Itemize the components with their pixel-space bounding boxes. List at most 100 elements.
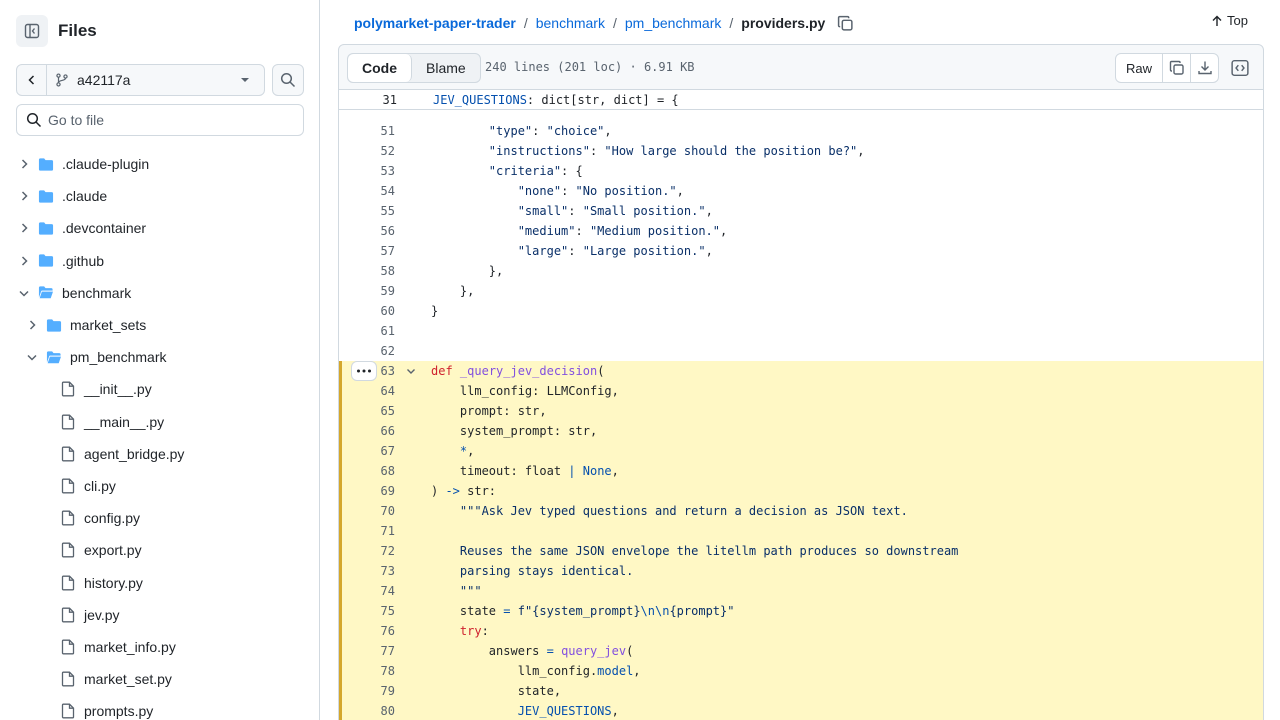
line-number[interactable]: 56: [339, 221, 395, 241]
code-line[interactable]: 60}: [339, 301, 1263, 321]
tree-folder[interactable]: .claude-plugin: [0, 148, 319, 180]
code-line[interactable]: 61: [339, 321, 1263, 341]
tree-folder[interactable]: benchmark: [0, 277, 319, 309]
line-number[interactable]: 60: [339, 301, 395, 321]
tree-file[interactable]: config.py: [0, 502, 319, 534]
code-line[interactable]: 55 "small": "Small position.",: [339, 201, 1263, 221]
line-number[interactable]: 52: [339, 141, 395, 161]
tree-file[interactable]: history.py: [0, 566, 319, 598]
line-number[interactable]: 53: [339, 161, 395, 181]
code-line[interactable]: 63 def _query_jev_decision(: [339, 361, 1263, 381]
copy-path-button[interactable]: [837, 15, 854, 32]
tree-file[interactable]: __init__.py: [0, 373, 319, 405]
code-line[interactable]: 80 JEV_QUESTIONS,: [339, 701, 1263, 720]
code-line[interactable]: 52 "instructions": "How large should the…: [339, 141, 1263, 161]
tab-code[interactable]: Code: [348, 54, 412, 82]
line-number[interactable]: 71: [339, 521, 395, 541]
code-line[interactable]: 56 "medium": "Medium position.",: [339, 221, 1263, 241]
line-number[interactable]: 59: [339, 281, 395, 301]
line-number[interactable]: 67: [339, 441, 395, 461]
code-line[interactable]: 66 system_prompt: str,: [339, 421, 1263, 441]
code-line[interactable]: 70 """Ask Jev typed questions and return…: [339, 501, 1263, 521]
code-line[interactable]: 59 },: [339, 281, 1263, 301]
code-line[interactable]: 77 answers = query_jev(: [339, 641, 1263, 661]
tree-file[interactable]: market_set.py: [0, 663, 319, 695]
back-button[interactable]: [17, 65, 47, 95]
line-number[interactable]: 76: [339, 621, 395, 641]
line-number[interactable]: 70: [339, 501, 395, 521]
line-number[interactable]: 77: [339, 641, 395, 661]
breadcrumb-repo-link[interactable]: polymarket-paper-trader: [354, 15, 516, 31]
code-line[interactable]: 65 prompt: str,: [339, 401, 1263, 421]
line-number[interactable]: 72: [339, 541, 395, 561]
copy-raw-button[interactable]: [1162, 54, 1190, 82]
code-line[interactable]: 75 state = f"{system_prompt}\n\n{prompt}…: [339, 601, 1263, 621]
top-link[interactable]: Top: [1211, 13, 1248, 28]
code-line[interactable]: 68 timeout: float | None,: [339, 461, 1263, 481]
line-number[interactable]: 78: [339, 661, 395, 681]
tab-blame[interactable]: Blame: [412, 54, 480, 82]
tree-folder[interactable]: market_sets: [0, 309, 319, 341]
line-number[interactable]: 73: [339, 561, 395, 581]
breadcrumb-benchmark-link[interactable]: benchmark: [536, 15, 605, 31]
code-line[interactable]: 67 *,: [339, 441, 1263, 461]
search-button[interactable]: [272, 64, 304, 96]
line-number[interactable]: 58: [339, 261, 395, 281]
folder-icon: [38, 190, 54, 203]
go-to-file-input[interactable]: [48, 112, 288, 128]
tree-file[interactable]: prompts.py: [0, 695, 319, 720]
line-number[interactable]: 54: [339, 181, 395, 201]
raw-button[interactable]: Raw: [1116, 54, 1162, 82]
code-line[interactable]: 71: [339, 521, 1263, 541]
code-line[interactable]: 53 "criteria": {: [339, 161, 1263, 181]
code-line[interactable]: 57 "large": "Large position.",: [339, 241, 1263, 261]
tree-folder[interactable]: .devcontainer: [0, 212, 319, 244]
tree-file[interactable]: market_info.py: [0, 631, 319, 663]
branch-selector[interactable]: a42117a: [16, 64, 265, 96]
line-number[interactable]: 66: [339, 421, 395, 441]
code-line[interactable]: 79 state,: [339, 681, 1263, 701]
line-number[interactable]: 55: [339, 201, 395, 221]
line-number[interactable]: 61: [339, 321, 395, 341]
code-line[interactable]: 64 llm_config: LLMConfig,: [339, 381, 1263, 401]
line-number[interactable]: 51: [339, 121, 395, 141]
line-number[interactable]: 69: [339, 481, 395, 501]
tree-folder[interactable]: pm_benchmark: [0, 341, 319, 373]
download-button[interactable]: [1190, 54, 1218, 82]
tree-folder[interactable]: .github: [0, 245, 319, 277]
line-number[interactable]: 74: [339, 581, 395, 601]
line-number[interactable]: 57: [339, 241, 395, 261]
fold-toggle[interactable]: [405, 363, 417, 383]
line-number[interactable]: 68: [339, 461, 395, 481]
tree-file[interactable]: __main__.py: [0, 406, 319, 438]
sticky-scope-header[interactable]: 31 JEV_QUESTIONS: dict[str, dict] = {: [339, 90, 1263, 110]
code-line[interactable]: 51 "type": "choice",: [339, 121, 1263, 141]
code-line[interactable]: 74 """: [339, 581, 1263, 601]
line-number[interactable]: 62: [339, 341, 395, 361]
code-line[interactable]: 54 "none": "No position.",: [339, 181, 1263, 201]
code-line[interactable]: 73 parsing stays identical.: [339, 561, 1263, 581]
sidebar-header: Files: [16, 14, 97, 48]
tree-file[interactable]: jev.py: [0, 599, 319, 631]
tree-file[interactable]: export.py: [0, 534, 319, 566]
tree-file[interactable]: agent_bridge.py: [0, 438, 319, 470]
symbols-panel-button[interactable]: [1227, 55, 1253, 81]
tree-file[interactable]: cli.py: [0, 470, 319, 502]
line-number[interactable]: 75: [339, 601, 395, 621]
code-line[interactable]: 69) -> str:: [339, 481, 1263, 501]
code-line[interactable]: 72 Reuses the same JSON envelope the lit…: [339, 541, 1263, 561]
code-line[interactable]: 76 try:: [339, 621, 1263, 641]
code-line[interactable]: 78 llm_config.model,: [339, 661, 1263, 681]
line-number[interactable]: 65: [339, 401, 395, 421]
go-to-file-field[interactable]: [16, 104, 304, 136]
collapse-sidebar-button[interactable]: [16, 15, 48, 47]
breadcrumb-pm-benchmark-link[interactable]: pm_benchmark: [625, 15, 722, 31]
line-number[interactable]: 80: [339, 701, 395, 720]
line-number[interactable]: 63: [339, 361, 395, 381]
code-line[interactable]: 62: [339, 341, 1263, 361]
line-number[interactable]: 64: [339, 381, 395, 401]
file-icon: [61, 381, 75, 397]
line-number[interactable]: 79: [339, 681, 395, 701]
tree-folder[interactable]: .claude: [0, 180, 319, 212]
code-line[interactable]: 58 },: [339, 261, 1263, 281]
